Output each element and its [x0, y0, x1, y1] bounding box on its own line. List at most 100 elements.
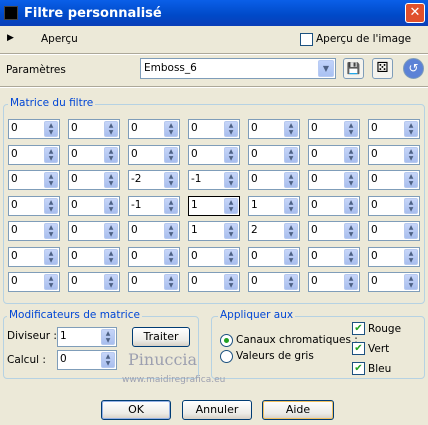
matrix-cell[interactable]: 0 ▲ ▼ [308, 272, 360, 292]
matrix-cell[interactable]: 0 ▲ ▼ [368, 195, 420, 216]
matrix-cell[interactable]: 0 ▲ ▼ [68, 221, 120, 241]
matrix-cell[interactable]: 0 ▲ ▼ [68, 272, 120, 292]
spinner-icon[interactable]: ▲ ▼ [164, 223, 178, 239]
spinner-icon[interactable]: ▲ ▼ [101, 352, 115, 368]
blue-checkbox[interactable]: ✔ [352, 362, 365, 375]
matrix-cell[interactable]: 0 ▲ ▼ [128, 144, 180, 165]
matrix-cell[interactable]: 0 ▲ ▼ [248, 144, 300, 165]
spinner-icon[interactable]: ▲ ▼ [164, 121, 178, 137]
matrix-cell[interactable]: 0 ▲ ▼ [8, 221, 60, 241]
spinner-icon[interactable]: ▲ ▼ [104, 274, 118, 290]
spinner-icon[interactable]: ▲ ▼ [224, 146, 238, 163]
spinner-icon[interactable]: ▲ ▼ [344, 146, 358, 163]
spinner-icon[interactable]: ▲ ▼ [104, 248, 118, 265]
spinner-icon[interactable]: ▲ ▼ [164, 172, 178, 188]
matrix-cell[interactable]: 0 ▲ ▼ [308, 119, 360, 139]
matrix-cell[interactable]: 0 ▲ ▼ [248, 246, 300, 267]
save-preset-button[interactable]: 💾 [343, 58, 364, 79]
matrix-cell[interactable]: 0 ▲ ▼ [248, 119, 300, 139]
spinner-icon[interactable]: ▲ ▼ [164, 197, 178, 214]
matrix-cell[interactable]: 0 ▲ ▼ [8, 170, 60, 190]
matrix-cell[interactable]: 0 ▲ ▼ [128, 119, 180, 139]
random-button[interactable]: ⚄ [372, 58, 393, 79]
matrix-cell[interactable]: 0 ▲ ▼ [248, 272, 300, 292]
spinner-icon[interactable]: ▲ ▼ [104, 146, 118, 163]
spinner-icon[interactable]: ▲ ▼ [224, 274, 238, 290]
matrix-cell[interactable]: 0 ▲ ▼ [308, 170, 360, 190]
gray-radio[interactable] [220, 350, 233, 363]
matrix-cell[interactable]: 2 ▲ ▼ [248, 221, 300, 241]
matrix-cell[interactable]: 0 ▲ ▼ [368, 119, 420, 139]
help-button[interactable]: Aide [262, 400, 334, 420]
preset-dropdown[interactable]: Emboss_6 ▼ [140, 58, 336, 79]
spinner-icon[interactable]: ▲ ▼ [404, 248, 418, 265]
spinner-icon[interactable]: ▲ ▼ [104, 121, 118, 137]
spinner-icon[interactable]: ▲ ▼ [404, 274, 418, 290]
divisor-input[interactable]: 1 ▲ ▼ [57, 327, 117, 347]
spinner-icon[interactable]: ▲ ▼ [404, 223, 418, 239]
matrix-cell[interactable]: 0 ▲ ▼ [308, 246, 360, 267]
spinner-icon[interactable]: ▲ ▼ [284, 223, 298, 239]
matrix-cell[interactable]: 0 ▲ ▼ [68, 195, 120, 216]
matrix-cell[interactable]: 0 ▲ ▼ [68, 144, 120, 165]
reset-button[interactable]: ↺ [403, 58, 424, 79]
spinner-icon[interactable]: ▲ ▼ [344, 172, 358, 188]
spinner-icon[interactable]: ▲ ▼ [404, 146, 418, 163]
process-button[interactable]: Traiter [132, 327, 190, 347]
spinner-icon[interactable]: ▲ ▼ [44, 197, 58, 214]
bias-input[interactable]: 0 ▲ ▼ [57, 350, 117, 370]
preview-label[interactable]: Aperçu [41, 33, 78, 45]
red-checkbox[interactable]: ✔ [352, 322, 365, 335]
spinner-icon[interactable]: ▲ ▼ [344, 197, 358, 214]
matrix-cell[interactable]: 0 ▲ ▼ [308, 195, 360, 216]
matrix-cell[interactable]: 0 ▲ ▼ [368, 272, 420, 292]
close-button[interactable]: ✕ [405, 3, 425, 23]
spinner-icon[interactable]: ▲ ▼ [101, 329, 115, 345]
matrix-cell[interactable]: 0 ▲ ▼ [8, 144, 60, 165]
spinner-icon[interactable]: ▲ ▼ [224, 223, 238, 239]
matrix-cell[interactable]: 0 ▲ ▼ [68, 246, 120, 267]
spinner-icon[interactable]: ▲ ▼ [224, 172, 238, 188]
matrix-cell[interactable]: -1 ▲ ▼ [128, 195, 180, 216]
matrix-cell[interactable]: 0 ▲ ▼ [248, 170, 300, 190]
spinner-icon[interactable]: ▲ ▼ [44, 121, 58, 137]
matrix-cell[interactable]: 0 ▲ ▼ [188, 119, 240, 139]
matrix-cell[interactable]: 1 ▲ ▼ [188, 195, 240, 216]
matrix-cell[interactable]: 0 ▲ ▼ [128, 246, 180, 267]
spinner-icon[interactable]: ▲ ▼ [404, 172, 418, 188]
matrix-cell[interactable]: 0 ▲ ▼ [128, 221, 180, 241]
spinner-icon[interactable]: ▲ ▼ [284, 146, 298, 163]
matrix-cell[interactable]: 0 ▲ ▼ [188, 246, 240, 267]
spinner-icon[interactable]: ▲ ▼ [44, 248, 58, 265]
spinner-icon[interactable]: ▲ ▼ [164, 274, 178, 290]
spinner-icon[interactable]: ▲ ▼ [344, 274, 358, 290]
spinner-icon[interactable]: ▲ ▼ [44, 274, 58, 290]
spinner-icon[interactable]: ▲ ▼ [164, 248, 178, 265]
chevron-down-icon[interactable]: ▼ [318, 60, 334, 77]
expand-preview-icon[interactable]: ▶ [7, 33, 14, 43]
matrix-cell[interactable]: 0 ▲ ▼ [8, 195, 60, 216]
chromatic-radio[interactable] [220, 334, 233, 347]
green-checkbox[interactable]: ✔ [352, 342, 365, 355]
matrix-cell[interactable]: 0 ▲ ▼ [8, 246, 60, 267]
spinner-icon[interactable]: ▲ ▼ [404, 121, 418, 137]
image-preview-checkbox[interactable] [300, 33, 313, 46]
spinner-icon[interactable]: ▲ ▼ [284, 274, 298, 290]
spinner-icon[interactable]: ▲ ▼ [104, 172, 118, 188]
matrix-cell[interactable]: 1 ▲ ▼ [248, 195, 300, 216]
matrix-cell[interactable]: 1 ▲ ▼ [188, 221, 240, 241]
spinner-icon[interactable]: ▲ ▼ [284, 172, 298, 188]
spinner-icon[interactable]: ▲ ▼ [284, 197, 298, 214]
spinner-icon[interactable]: ▲ ▼ [164, 146, 178, 163]
spinner-icon[interactable]: ▲ ▼ [344, 121, 358, 137]
matrix-cell[interactable]: 0 ▲ ▼ [368, 144, 420, 165]
ok-button[interactable]: OK [101, 400, 171, 420]
matrix-cell[interactable]: 0 ▲ ▼ [188, 144, 240, 165]
matrix-cell[interactable]: -1 ▲ ▼ [188, 170, 240, 190]
spinner-icon[interactable]: ▲ ▼ [44, 146, 58, 163]
matrix-cell[interactable]: 0 ▲ ▼ [308, 221, 360, 241]
matrix-cell[interactable]: 0 ▲ ▼ [368, 246, 420, 267]
matrix-cell[interactable]: 0 ▲ ▼ [68, 170, 120, 190]
matrix-cell[interactable]: 0 ▲ ▼ [128, 272, 180, 292]
matrix-cell[interactable]: -2 ▲ ▼ [128, 170, 180, 190]
